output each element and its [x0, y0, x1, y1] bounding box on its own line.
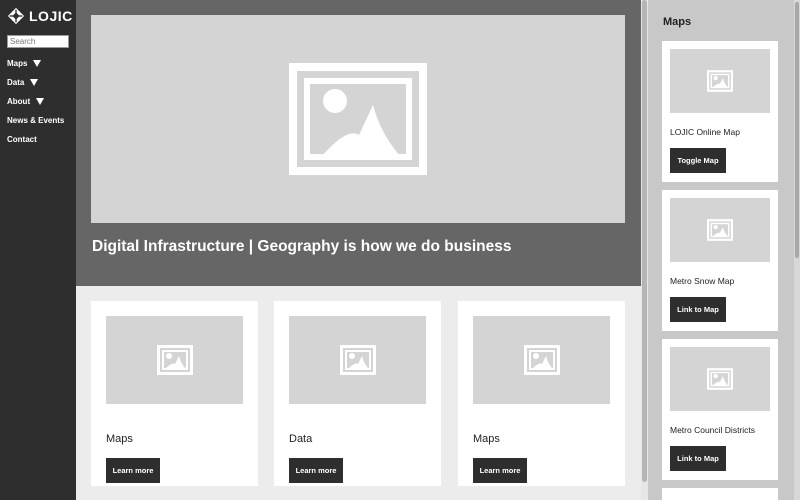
- search-input[interactable]: [7, 35, 69, 48]
- image-placeholder-icon: [707, 368, 733, 390]
- nav-item-label: News & Events: [7, 116, 65, 125]
- card-title: Maps: [106, 433, 133, 445]
- main-scrollbar[interactable]: [641, 0, 648, 500]
- dropdown-triangle-icon: [36, 98, 45, 105]
- nav-item-label: Data: [7, 78, 25, 87]
- map-card: Metro Snow Map Link to Map: [662, 190, 778, 331]
- card-image: [473, 316, 610, 404]
- nav-item-about[interactable]: About: [7, 92, 64, 111]
- map-title: LOJIC Online Map: [670, 127, 740, 137]
- hero-image: [91, 15, 625, 223]
- link-to-map-button[interactable]: Link to Map: [670, 297, 726, 322]
- sidebar: LOJIC Maps Data About News & Events Cont…: [0, 0, 76, 500]
- nav-item-label: Maps: [7, 59, 28, 68]
- scrollbar-thumb[interactable]: [795, 2, 799, 258]
- card-image: [289, 316, 426, 404]
- image-placeholder-icon: [707, 70, 733, 92]
- nav-item-contact[interactable]: Contact: [7, 130, 64, 149]
- scrollbar-thumb[interactable]: [642, 0, 647, 482]
- maps-panel-title: Maps: [663, 16, 692, 28]
- card-image: [106, 316, 243, 404]
- card-title: Maps: [473, 433, 500, 445]
- dropdown-triangle-icon: [30, 79, 39, 86]
- hero-section: Digital Infrastructure | Geography is ho…: [76, 0, 641, 286]
- logo[interactable]: LOJIC: [7, 7, 73, 25]
- feature-card: Maps Learn more: [458, 301, 625, 486]
- toggle-map-button[interactable]: Toggle Map: [670, 148, 726, 173]
- card-title: Data: [289, 433, 313, 445]
- nav-item-label: About: [7, 97, 31, 106]
- feature-cards: Maps Learn more Data Learn more Maps Lea…: [76, 286, 641, 500]
- nav-item-data[interactable]: Data: [7, 73, 64, 92]
- hero-title: Digital Infrastructure | Geography is ho…: [92, 238, 512, 255]
- nav-item-news-events[interactable]: News & Events: [7, 111, 64, 130]
- image-placeholder-icon: [523, 345, 560, 375]
- logo-text: LOJIC: [29, 8, 73, 24]
- lojic-logo-icon: [7, 7, 25, 25]
- map-card: Metro Council Districts Link to Map: [662, 339, 778, 480]
- image-placeholder-icon: [707, 219, 733, 241]
- image-placeholder-icon: [339, 345, 376, 375]
- map-image: [670, 347, 770, 411]
- map-card: LOJIC Online Map Toggle Map: [662, 41, 778, 182]
- feature-card: Data Learn more: [274, 301, 441, 486]
- map-image: [670, 49, 770, 113]
- learn-more-button[interactable]: Learn more: [473, 458, 527, 483]
- map-card: [662, 488, 778, 500]
- map-title: Metro Snow Map: [670, 276, 735, 286]
- main-nav: Maps Data About News & Events Contact: [7, 54, 64, 149]
- learn-more-button[interactable]: Learn more: [106, 458, 160, 483]
- image-placeholder-icon: [289, 63, 427, 175]
- nav-item-label: Contact: [7, 135, 37, 144]
- maps-panel-scrollbar[interactable]: [794, 0, 800, 500]
- nav-item-maps[interactable]: Maps: [7, 54, 64, 73]
- learn-more-button[interactable]: Learn more: [289, 458, 343, 483]
- maps-panel: Maps LOJIC Online Map Toggle Map Metro S…: [648, 0, 800, 500]
- link-to-map-button[interactable]: Link to Map: [670, 446, 726, 471]
- map-title: Metro Council Districts: [670, 425, 756, 435]
- map-image: [670, 198, 770, 262]
- image-placeholder-icon: [156, 345, 193, 375]
- feature-card: Maps Learn more: [91, 301, 258, 486]
- dropdown-triangle-icon: [33, 60, 42, 67]
